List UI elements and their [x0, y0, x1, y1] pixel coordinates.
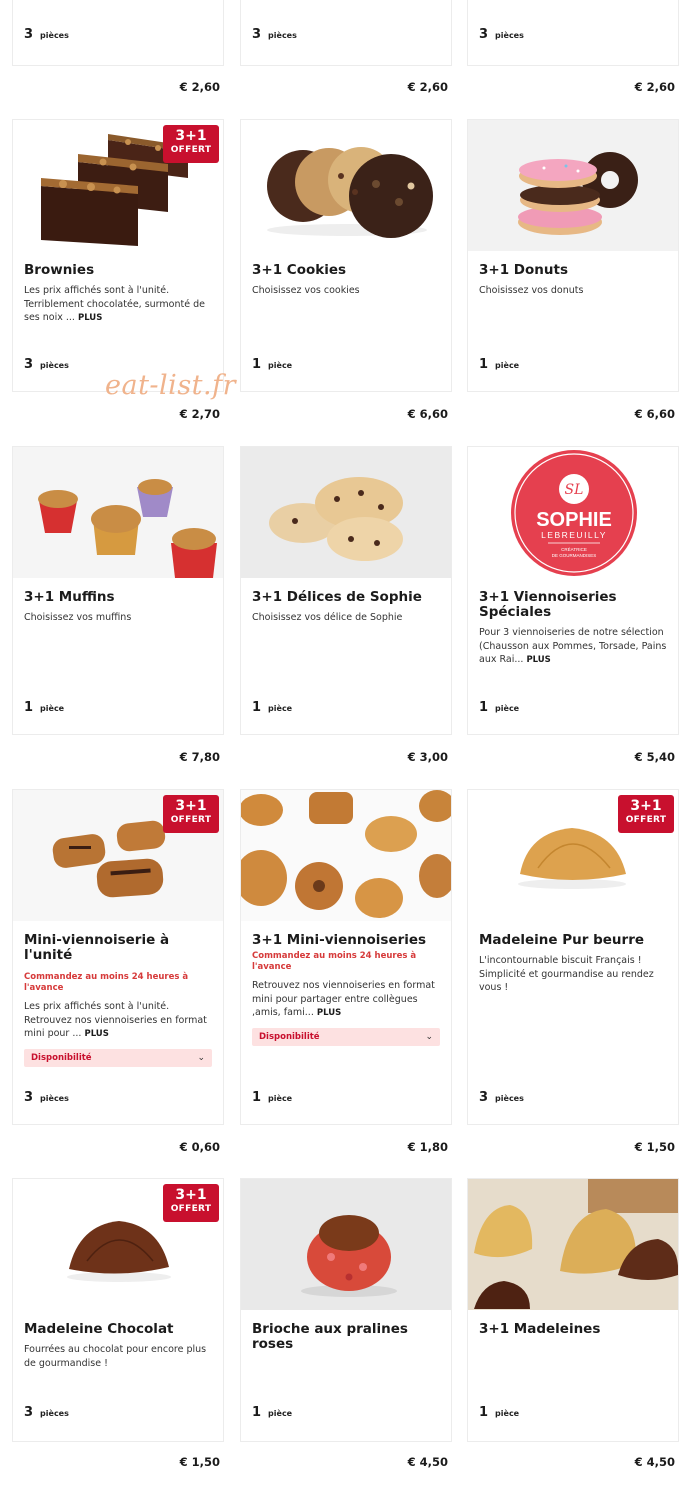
price: € 6,60 [634, 407, 675, 421]
product-description: Pour 3 viennoiseries de notre sélection … [479, 627, 667, 665]
product-card[interactable]: 3 pièces [240, 0, 452, 66]
product-description: Les prix affichés sont à l'unité. Terrib… [24, 285, 205, 323]
product-card-cookies[interactable]: 3+1 Cookies Choisissez vos cookies 1 pièc… [240, 119, 452, 392]
product-image-sophie-logo[interactable]: SL SOPHIE LEBREUILLY CRÉATRICE DE GOURMA… [468, 447, 678, 578]
product-image-brownies[interactable]: 3+1 OFFERT [13, 120, 223, 251]
product-description: Choisissez vos délice de Sophie [252, 612, 403, 623]
product-image-brioche[interactable] [241, 1179, 451, 1310]
quantity: 1 pièce [479, 357, 520, 372]
price: € 2,60 [634, 80, 675, 94]
quantity: 3 pièces [479, 27, 524, 42]
product-title: 3+1 Donuts [479, 262, 568, 278]
product-image-madeleine-chocolat[interactable]: 3+1 OFFERT [13, 1179, 223, 1310]
product-description: Les prix affichés sont à l'unité. Retrou… [24, 1001, 207, 1039]
chevron-down-icon: ⌄ [425, 1031, 433, 1042]
availability-select[interactable]: Disponibilité ⌄ [24, 1048, 212, 1067]
chevron-down-icon: ⌄ [197, 1052, 205, 1063]
product-card-mini-viennoiserie[interactable]: 3+1 OFFERT Mini-viennoiserie à l'unité Co… [12, 789, 224, 1125]
product-description: Fourrées au chocolat pour encore plus de… [24, 1344, 207, 1369]
product-card-donuts[interactable]: 3+1 Donuts Choisissez vos donuts 1 pièce [467, 119, 679, 392]
price: € 7,80 [179, 750, 220, 764]
product-title: 3+1 Mini-viennoiseries [252, 932, 427, 948]
product-card-madeleine-pur-beurre[interactable]: 3+1 OFFERT Madeleine Pur beurre L'inconto… [467, 789, 679, 1125]
product-card-delices[interactable]: 3+1 Délices de Sophie Choisissez vos dél… [240, 446, 452, 735]
product-title: Brownies [24, 262, 95, 278]
svg-text:SL: SL [565, 482, 584, 498]
quantity: 1 pièce [252, 1405, 293, 1420]
price: € 0,60 [179, 1140, 220, 1154]
offer-badge: 3+1 OFFERT [163, 795, 219, 833]
product-card-viennoiseries-speciales[interactable]: SL SOPHIE LEBREUILLY CRÉATRICE DE GOURMA… [467, 446, 679, 735]
quantity: 1 pièce [24, 700, 65, 715]
price: € 4,50 [407, 1455, 448, 1469]
svg-text:DE GOURMANDISES: DE GOURMANDISES [552, 553, 597, 558]
svg-text:LEBREUILLY: LEBREUILLY [541, 530, 607, 540]
more-link[interactable]: PLUS [84, 1029, 108, 1039]
product-title: 3+1 Cookies [252, 262, 347, 278]
product-description: Choisissez vos donuts [479, 285, 584, 296]
product-title: Madeleine Chocolat [24, 1321, 174, 1337]
quantity: 3 pièces [24, 357, 69, 372]
price: € 4,50 [634, 1455, 675, 1469]
advance-order-note: Commandez au moins 24 heures à l'avance [24, 972, 189, 993]
product-description: L'incontournable biscuit Français ! Simp… [479, 955, 654, 993]
price: € 2,60 [407, 80, 448, 94]
watermark: eat-list.fr [105, 370, 237, 401]
quantity: 3 pièces [252, 27, 297, 42]
price: € 1,50 [634, 1140, 675, 1154]
product-image-cookies[interactable] [241, 120, 451, 251]
price: € 2,60 [179, 80, 220, 94]
offer-badge: 3+1 OFFERT [618, 795, 674, 833]
product-description: Choisissez vos cookies [252, 285, 360, 296]
product-image-madeleine[interactable]: 3+1 OFFERT [468, 790, 678, 921]
product-card-muffins[interactable]: 3+1 Muffins Choisissez vos muffins 1 pièc… [12, 446, 224, 735]
quantity: 3 pièces [24, 1090, 69, 1105]
price: € 2,70 [179, 407, 220, 421]
quantity: 1 pièce [479, 700, 520, 715]
quantity: 3 pièces [24, 1405, 69, 1420]
price: € 1,50 [179, 1455, 220, 1469]
price: € 5,40 [634, 750, 675, 764]
product-title: 3+1 Muffins [24, 589, 115, 605]
more-link[interactable]: PLUS [317, 1008, 341, 1018]
product-image-muffins[interactable] [13, 447, 223, 578]
product-title: Mini-viennoiserie à l'unité [24, 932, 170, 963]
product-card[interactable]: 3 pièces [12, 0, 224, 66]
quantity: 1 pièce [252, 700, 293, 715]
svg-text:SOPHIE: SOPHIE [536, 509, 612, 531]
quantity: 3 pièces [479, 1090, 524, 1105]
product-card-mini-viennoiseries[interactable]: 3+1 Mini-viennoiseries Commandez au moin… [240, 789, 452, 1125]
product-title: 3+1 Madeleines [479, 1321, 601, 1337]
price: € 6,60 [407, 407, 448, 421]
product-card[interactable]: 3 pièces [467, 0, 679, 66]
product-card-brioche[interactable]: Brioche aux pralines roses 1 pièce [240, 1178, 452, 1442]
product-title: 3+1 Délices de Sophie [252, 589, 422, 605]
price: € 3,00 [407, 750, 448, 764]
product-image-delices[interactable] [241, 447, 451, 578]
product-description: Choisissez vos muffins [24, 612, 132, 623]
quantity: 1 pièce [479, 1405, 520, 1420]
more-link[interactable]: PLUS [78, 313, 102, 323]
offer-badge: 3+1 OFFERT [163, 125, 219, 163]
product-image-donuts[interactable] [468, 120, 678, 251]
svg-text:CRÉATRICE: CRÉATRICE [561, 546, 587, 552]
quantity: 3 pièces [24, 27, 69, 42]
price: € 1,80 [407, 1140, 448, 1154]
offer-badge: 3+1 OFFERT [163, 1184, 219, 1222]
product-card-madeleines[interactable]: 3+1 Madeleines 1 pièce [467, 1178, 679, 1442]
quantity: 1 pièce [252, 357, 293, 372]
product-image-madeleines[interactable] [468, 1179, 678, 1310]
product-title: 3+1 Viennoiseries Spéciales [479, 589, 617, 620]
product-description: Retrouvez nos viennoiseries en format mi… [252, 980, 435, 1018]
product-card-brownies[interactable]: 3+1 OFFERT Brownies Les prix affichés son… [12, 119, 224, 392]
quantity: 1 pièce [252, 1090, 293, 1105]
more-link[interactable]: PLUS [526, 655, 550, 665]
product-title: Brioche aux pralines roses [252, 1321, 408, 1352]
availability-select[interactable]: Disponibilité ⌄ [252, 1027, 440, 1046]
advance-order-note: Commandez au moins 24 heures à l'avance [252, 951, 417, 972]
product-card-madeleine-chocolat[interactable]: 3+1 OFFERT Madeleine Chocolat Fourrées au… [12, 1178, 224, 1442]
product-title: Madeleine Pur beurre [479, 932, 645, 948]
product-image-mini-viennoiserie[interactable]: 3+1 OFFERT [13, 790, 223, 921]
product-image-viennoiseries-spread[interactable] [241, 790, 451, 921]
